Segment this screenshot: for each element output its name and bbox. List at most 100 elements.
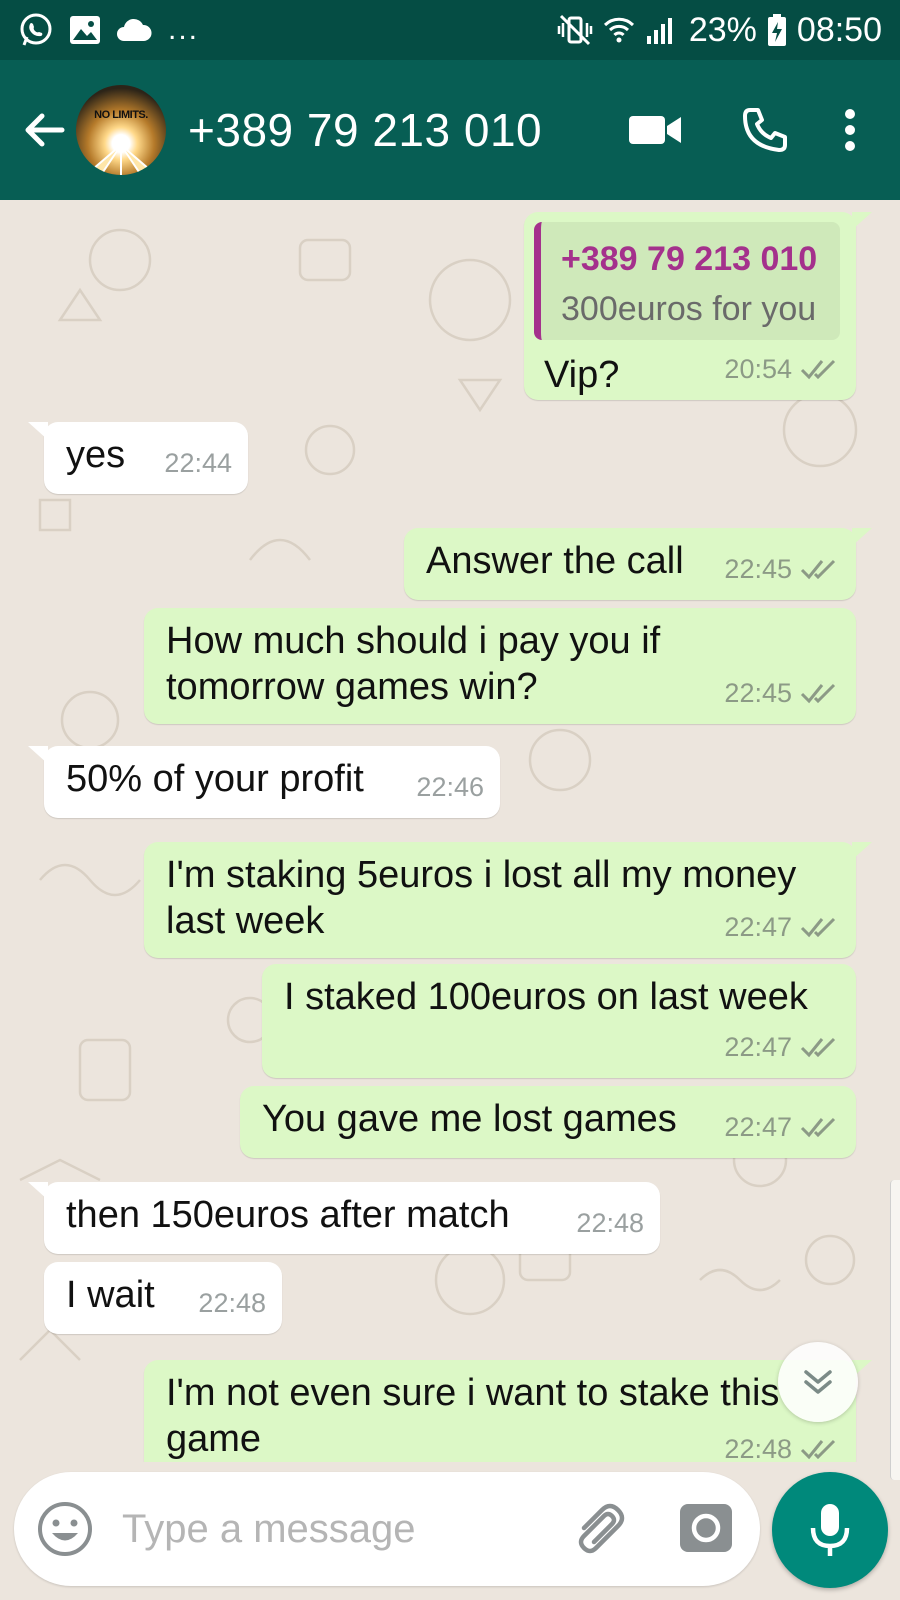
quoted-author: +389 79 213 010 bbox=[561, 240, 818, 278]
message-meta: 22:48 bbox=[576, 1200, 644, 1246]
scroll-indicator[interactable] bbox=[890, 1180, 900, 1480]
bubble-tail bbox=[852, 212, 872, 230]
message-text: You gave me lost games bbox=[262, 1098, 677, 1140]
status-right-icons: 23% 08:50 bbox=[557, 11, 882, 50]
avatar-text: NO LIMITS. bbox=[94, 109, 148, 121]
message-time: 22:48 bbox=[198, 1288, 266, 1318]
quoted-text: 300euros for you bbox=[561, 290, 817, 328]
bubble-tail bbox=[852, 528, 872, 546]
message-input[interactable] bbox=[122, 1492, 542, 1566]
message-meta: 22:48 bbox=[198, 1280, 266, 1326]
message-time: 22:48 bbox=[576, 1208, 644, 1238]
video-call-button[interactable] bbox=[600, 90, 710, 170]
message-text: 50% of your profit bbox=[66, 758, 364, 800]
message-text: then 150euros after match bbox=[66, 1194, 510, 1236]
bubble-tail bbox=[28, 746, 48, 764]
message-time: 22:48 bbox=[724, 1434, 792, 1462]
camera-button[interactable] bbox=[676, 1498, 736, 1558]
message-text: I'm staking 5euros i lost all my money l… bbox=[166, 854, 797, 942]
status-bar: ... 23% 08:50 bbox=[0, 0, 900, 60]
emoji-icon bbox=[38, 1502, 92, 1556]
message-time: 22:47 bbox=[724, 1112, 792, 1142]
double-check-icon bbox=[800, 1117, 836, 1138]
attach-button[interactable] bbox=[570, 1498, 632, 1560]
message-text: How much should i pay you if tomorrow ga… bbox=[166, 620, 661, 708]
paperclip-icon bbox=[578, 1503, 625, 1554]
message-text: yes bbox=[66, 434, 126, 476]
message-time: 22:45 bbox=[724, 678, 792, 708]
camera-icon bbox=[680, 1504, 732, 1552]
message-time: 22:47 bbox=[724, 912, 792, 942]
mute-vibrate-icon bbox=[557, 13, 593, 47]
message-text: Answer the call bbox=[426, 540, 684, 582]
message-time: 22:44 bbox=[164, 448, 232, 478]
message-meta: 22:48 bbox=[724, 1426, 840, 1462]
message-outgoing[interactable]: +389 79 213 010 300euros for you Vip? 20… bbox=[524, 212, 872, 400]
message-time: 22:47 bbox=[724, 1032, 792, 1062]
contact-name[interactable]: +389 79 213 010 bbox=[188, 103, 542, 157]
message-meta: 22:46 bbox=[416, 764, 484, 810]
message-meta: 22:47 bbox=[724, 904, 840, 950]
clock: 08:50 bbox=[796, 10, 882, 49]
message-outgoing[interactable]: I'm not even sure i want to stake this g… bbox=[144, 1360, 872, 1462]
microphone-icon bbox=[810, 1504, 850, 1556]
arrow-left-icon bbox=[25, 113, 65, 147]
double-check-icon bbox=[800, 359, 836, 380]
double-check-icon bbox=[800, 1037, 836, 1058]
message-incoming[interactable]: I wait 22:48 bbox=[44, 1262, 282, 1334]
header-actions bbox=[600, 90, 900, 170]
message-incoming[interactable]: yes 22:44 bbox=[28, 422, 248, 494]
voice-message-button[interactable] bbox=[772, 1472, 888, 1588]
message-outgoing[interactable]: You gave me lost games 22:47 bbox=[240, 1086, 856, 1158]
message-time: 20:54 bbox=[724, 354, 792, 384]
signal-icon bbox=[645, 14, 679, 46]
message-meta: 20:54 bbox=[724, 346, 840, 392]
avatar[interactable]: NO LIMITS. bbox=[76, 85, 166, 175]
battery-percentage: 23% bbox=[688, 10, 757, 49]
whatsapp-icon bbox=[18, 12, 54, 48]
message-incoming[interactable]: 50% of your profit 22:46 bbox=[28, 746, 500, 818]
image-icon bbox=[68, 13, 102, 47]
double-check-icon bbox=[800, 683, 836, 704]
message-outgoing[interactable]: I'm staking 5euros i lost all my money l… bbox=[144, 842, 872, 958]
phone-icon bbox=[743, 108, 787, 152]
message-meta: 22:47 bbox=[724, 1104, 840, 1150]
message-text: I staked 100euros on last week bbox=[284, 976, 808, 1018]
scroll-to-bottom-button[interactable] bbox=[778, 1342, 858, 1422]
message-meta: 22:47 bbox=[724, 1024, 840, 1070]
more-vert-icon bbox=[845, 109, 855, 151]
cloud-icon bbox=[116, 17, 152, 43]
message-outgoing[interactable]: How much should i pay you if tomorrow ga… bbox=[144, 608, 856, 724]
message-meta: 22:44 bbox=[164, 440, 232, 486]
battery-charging-icon bbox=[767, 13, 787, 47]
bubble-tail bbox=[852, 842, 872, 860]
bubble-tail bbox=[28, 422, 48, 440]
message-outgoing[interactable]: I staked 100euros on last week 22:47 bbox=[262, 964, 856, 1078]
message-text: I'm not even sure i want to stake this g… bbox=[166, 1372, 780, 1460]
wifi-icon bbox=[603, 13, 635, 47]
double-check-icon bbox=[800, 559, 836, 580]
quoted-message[interactable]: +389 79 213 010 300euros for you bbox=[534, 222, 840, 340]
chat-header: NO LIMITS. +389 79 213 010 bbox=[0, 60, 900, 200]
message-meta: 22:45 bbox=[724, 546, 840, 592]
video-call-icon bbox=[629, 116, 681, 144]
message-incoming[interactable]: then 150euros after match 22:48 bbox=[28, 1182, 660, 1254]
double-check-icon bbox=[800, 1439, 836, 1460]
back-button[interactable] bbox=[12, 98, 76, 162]
message-text: I wait bbox=[66, 1274, 155, 1316]
more-options-button[interactable] bbox=[820, 90, 880, 170]
status-left-icons: ... bbox=[18, 12, 199, 48]
message-time: 22:45 bbox=[724, 554, 792, 584]
bubble-tail bbox=[28, 1182, 48, 1200]
emoji-button[interactable] bbox=[36, 1500, 94, 1558]
chat-area[interactable]: +389 79 213 010 300euros for you Vip? 20… bbox=[0, 200, 900, 1462]
message-meta: 22:45 bbox=[724, 670, 840, 716]
message-composer bbox=[14, 1472, 760, 1586]
message-time: 22:46 bbox=[416, 772, 484, 802]
voice-call-button[interactable] bbox=[710, 90, 820, 170]
message-outgoing[interactable]: Answer the call 22:45 bbox=[404, 528, 872, 600]
message-text: Vip? bbox=[544, 354, 620, 396]
chevron-double-down-icon bbox=[804, 1370, 832, 1394]
double-check-icon bbox=[800, 917, 836, 938]
more-notifications: ... bbox=[168, 13, 200, 46]
